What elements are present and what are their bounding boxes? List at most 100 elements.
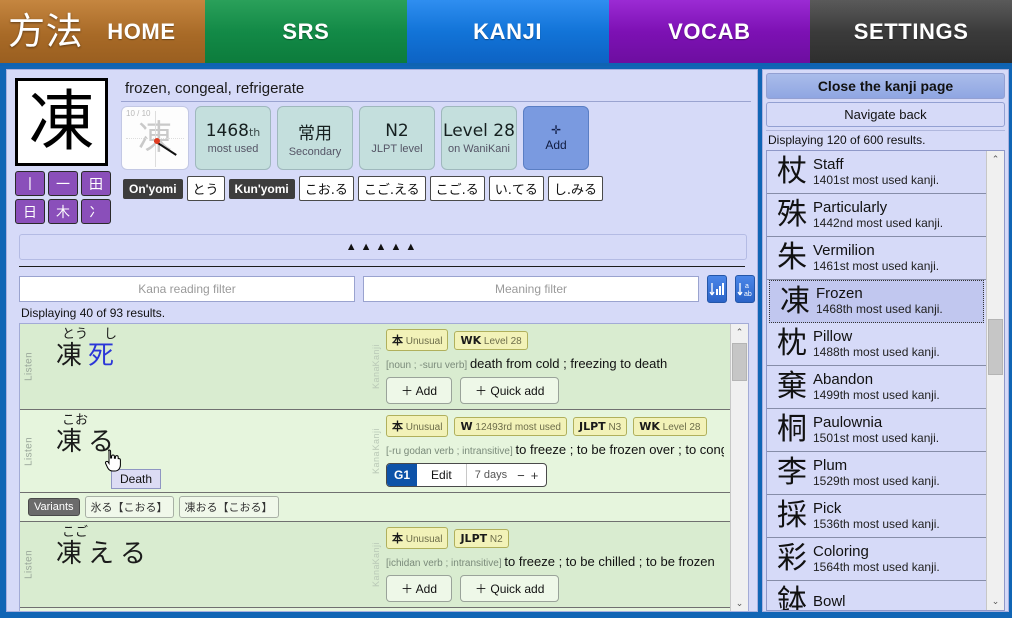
kanji-list-description: 1461st most used kanji. bbox=[813, 258, 940, 273]
vocab-quick-add-button[interactable]: ＋ Quick add bbox=[460, 377, 560, 404]
expand-collapse-bar[interactable]: ▲▲▲▲▲ bbox=[19, 234, 747, 260]
sort-by-frequency-icon[interactable] bbox=[707, 275, 727, 303]
nav-tab-settings[interactable]: SETTINGS bbox=[810, 0, 1012, 63]
srs-decrease-button[interactable]: − bbox=[517, 468, 525, 483]
nav-tab-srs[interactable]: SRS bbox=[205, 0, 407, 63]
kanji-list-item[interactable]: 桐 Paulownia 1501st most used kanji. bbox=[767, 409, 986, 452]
vocab-tag-0[interactable]: 本 Unusual bbox=[386, 527, 449, 549]
srs-stage-badge[interactable]: G1 bbox=[387, 464, 418, 486]
kanji-list-item[interactable]: 採 Pick 1536th most used kanji. bbox=[767, 495, 986, 538]
listen-button[interactable]: Listen bbox=[20, 522, 38, 607]
vocab-word-char-1[interactable]: 死 bbox=[88, 342, 114, 371]
side-label-kanji: Kanji bbox=[371, 343, 381, 367]
kanji-list-text: Staff 1401st most used kanji. bbox=[813, 157, 986, 187]
kanji-list-item[interactable]: 棄 Abandon 1499th most used kanji. bbox=[767, 366, 986, 409]
vocab-furigana: こお bbox=[42, 413, 368, 428]
onyomi-reading-0[interactable]: とう bbox=[186, 176, 225, 201]
kanji-list-item[interactable]: 殊 Particularly 1442nd most used kanji. bbox=[767, 194, 986, 237]
kunyomi-reading-3[interactable]: い.てる bbox=[488, 176, 544, 201]
kanji-list-description: 1564th most used kanji. bbox=[813, 559, 940, 574]
vocab-word-char-0: 凍 bbox=[56, 341, 83, 372]
main-navigation: 方法 HOME SRS KANJI VOCAB SETTINGS bbox=[0, 0, 1012, 66]
vocab-tag-icon-0: 本 bbox=[392, 334, 403, 347]
kanji-list-item[interactable]: 枕 Pillow 1488th most used kanji. bbox=[767, 323, 986, 366]
vocab-list-scrollbar[interactable]: ⌃ ⌄ bbox=[730, 324, 748, 611]
svg-text:ab: ab bbox=[744, 291, 752, 298]
vocab-tag-row: 本 Unusual W 12493rd most used JLPT N3 WK Le… bbox=[386, 415, 724, 437]
radical-button-2[interactable]: 田 bbox=[81, 171, 111, 196]
section-divider bbox=[19, 266, 745, 267]
radical-button-1[interactable]: 一 bbox=[48, 171, 78, 196]
kanji-list-item[interactable]: 朱 Vermilion 1461st most used kanji. bbox=[767, 237, 986, 280]
radical-button-4[interactable]: 木 bbox=[48, 199, 78, 224]
meaning-filter-input[interactable] bbox=[363, 276, 699, 302]
vocab-side-labels: KanjiKana bbox=[368, 324, 384, 409]
kanji-list-glyph: 李 bbox=[777, 455, 807, 490]
kunyomi-reading-0[interactable]: こお.る bbox=[298, 176, 354, 201]
vocab-scroll-thumb[interactable] bbox=[732, 343, 747, 381]
scroll-down-icon[interactable]: ⌄ bbox=[731, 595, 748, 611]
navigate-back-button[interactable]: Navigate back bbox=[766, 102, 1005, 127]
kanji-stat-badges: 10 / 10 凍 1468th most used 常用 bbox=[121, 106, 751, 170]
sort-alphabetical-icon[interactable]: a ab bbox=[735, 275, 755, 303]
srs-increase-button[interactable]: + bbox=[531, 468, 539, 483]
kanji-list-name: Pick bbox=[813, 499, 842, 517]
kanji-meaning: frozen, congeal, refrigerate bbox=[121, 78, 751, 102]
kanji-list-scrollbar[interactable]: ⌃ ⌄ bbox=[986, 151, 1004, 610]
vocab-results-count: Displaying 40 of 93 results. bbox=[21, 306, 166, 320]
vocab-add-button[interactable]: ＋ Add bbox=[386, 377, 453, 404]
kanji-list-item[interactable]: 李 Plum 1529th most used kanji. bbox=[767, 452, 986, 495]
kanji-list-description: 1501st most used kanji. bbox=[813, 430, 940, 445]
vocab-tag-1[interactable]: JLPT N2 bbox=[454, 528, 509, 548]
kunyomi-reading-2[interactable]: こご.る bbox=[429, 176, 485, 201]
vocab-tag-3[interactable]: WK Level 28 bbox=[633, 416, 707, 436]
kanji-list-item[interactable]: 杖 Staff 1401st most used kanji. bbox=[767, 151, 986, 194]
kanji-list-item[interactable]: 彩 Coloring 1564th most used kanji. bbox=[767, 538, 986, 581]
vocab-tag-2[interactable]: JLPT N3 bbox=[573, 416, 628, 436]
kunyomi-reading-1[interactable]: こご.える bbox=[357, 176, 426, 201]
side-label-kanji: Kanji bbox=[371, 541, 381, 565]
variant-chip-1[interactable]: 凍おる【こおる】 bbox=[178, 496, 279, 518]
vocab-list: Listen とうし凍死 Kanji Kana 本 Unusual WK Level 28… bbox=[20, 324, 730, 611]
kanji-scroll-down-icon[interactable]: ⌄ bbox=[987, 593, 1004, 610]
nav-tab-home-label: HOME bbox=[107, 18, 176, 44]
stroke-order-diagram[interactable]: 10 / 10 凍 bbox=[121, 106, 189, 170]
vocab-tag-1[interactable]: W 12493rd most used bbox=[454, 416, 567, 436]
radical-button-5[interactable]: 冫 bbox=[81, 199, 111, 224]
vocab-word-char-0: 凍 bbox=[56, 539, 83, 570]
plus-icon: ✛ bbox=[550, 123, 562, 137]
listen-button[interactable]: Listen bbox=[20, 324, 38, 409]
close-kanji-page-button[interactable]: Close the kanji page bbox=[766, 73, 1005, 99]
variant-chip-0[interactable]: 氷る【こおる】 bbox=[84, 496, 174, 518]
kana-reading-filter-input[interactable] bbox=[19, 276, 355, 302]
kanji-list-description: 1401st most used kanji. bbox=[813, 172, 940, 187]
srs-edit-button[interactable]: Edit bbox=[417, 464, 467, 486]
vocab-tag-0[interactable]: 本 Unusual bbox=[386, 415, 449, 437]
stat-jlpt-label: JLPT level bbox=[371, 143, 423, 155]
nav-tab-kanji[interactable]: KANJI bbox=[406, 0, 609, 63]
vocab-quick-add-button[interactable]: ＋ Quick add bbox=[460, 575, 560, 602]
vocab-word-char-0: 凍 bbox=[56, 427, 83, 458]
listen-button[interactable]: Listen bbox=[20, 608, 38, 611]
kunyomi-reading-4[interactable]: し.みる bbox=[547, 176, 604, 201]
vocab-tag-1[interactable]: WK Level 28 bbox=[454, 330, 528, 350]
radical-button-3[interactable]: 日 bbox=[15, 199, 45, 224]
nav-tab-vocab[interactable]: VOCAB bbox=[608, 0, 811, 63]
listen-button[interactable]: Listen bbox=[20, 410, 38, 492]
vocab-tag-0[interactable]: 本 Unusual bbox=[386, 329, 449, 351]
vocab-add-button[interactable]: ＋ Add bbox=[386, 575, 453, 602]
furigana-part-1: し bbox=[104, 327, 118, 342]
kanji-list-item-selected[interactable]: 凍 Frozen 1468th most used kanji. bbox=[769, 280, 984, 323]
kanji-scroll-thumb[interactable] bbox=[988, 319, 1003, 375]
vocab-word-char-2: る bbox=[120, 539, 147, 570]
kanji-scroll-up-icon[interactable]: ⌃ bbox=[987, 151, 1004, 168]
furigana-part-0: こご bbox=[62, 525, 89, 540]
scroll-up-icon[interactable]: ⌃ bbox=[731, 324, 748, 341]
nav-tab-home[interactable]: 方法 HOME bbox=[0, 0, 205, 63]
kanji-list-glyph: 棄 bbox=[777, 369, 807, 404]
kanji-list-text: Pick 1536th most used kanji. bbox=[813, 501, 986, 531]
stat-joyo-value: 常用 bbox=[298, 123, 332, 144]
kanji-list-item[interactable]: 鉢 Bowl bbox=[767, 581, 986, 610]
add-kanji-button[interactable]: ✛ Add bbox=[523, 106, 589, 170]
radical-button-0[interactable]: 丨 bbox=[15, 171, 45, 196]
